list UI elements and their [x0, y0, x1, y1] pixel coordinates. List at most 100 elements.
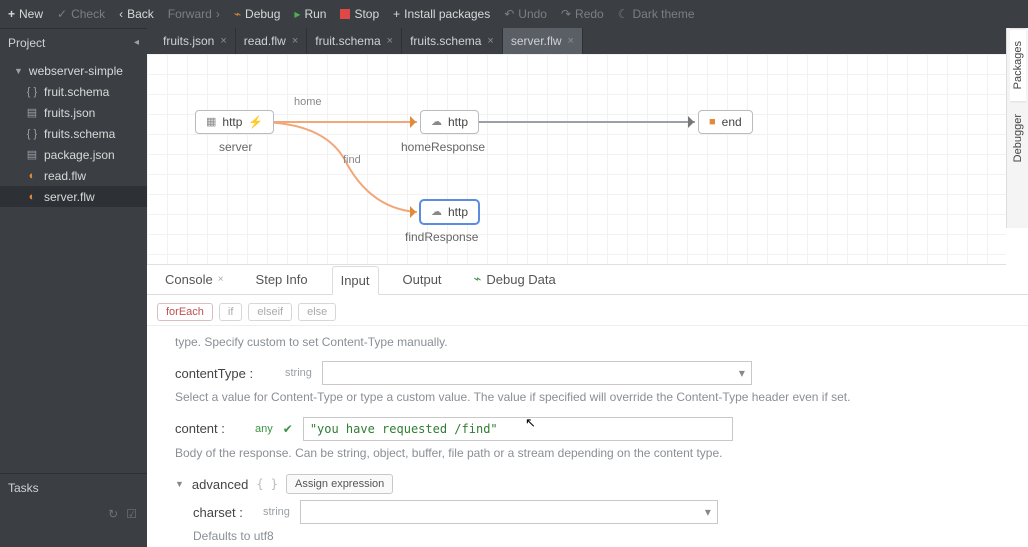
chevron-left-icon: ‹: [119, 7, 123, 21]
row-advanced[interactable]: ▼ advanced { } Assign expression: [175, 474, 1014, 494]
file-tree: ▼ webserver-simple { }fruit.schema ▤frui…: [0, 56, 147, 211]
chevron-down-icon: ▼: [14, 66, 23, 76]
cloud-icon: ☁: [431, 115, 442, 128]
flow-icon: ◐: [26, 191, 38, 203]
grid-icon: ▦: [206, 115, 216, 128]
content-type-label: contentType :: [175, 366, 275, 381]
rail-debugger[interactable]: Debugger: [1010, 101, 1026, 174]
charset-help: Defaults to utf8: [193, 528, 953, 545]
node-end[interactable]: ■ end: [698, 110, 753, 134]
node-find-response[interactable]: ☁ http: [420, 200, 479, 224]
chevron-down-icon: ▾: [739, 366, 745, 380]
chip-elseif[interactable]: elseif: [248, 303, 292, 321]
advanced-label: advanced: [192, 477, 248, 492]
close-icon[interactable]: ×: [387, 35, 393, 47]
tab-fruits-schema[interactable]: fruits.schema×: [402, 28, 503, 54]
check-icon: ✓: [57, 7, 67, 21]
content-help: Body of the response. Can be string, obj…: [175, 445, 935, 462]
refresh-icon[interactable]: ↻: [108, 507, 118, 521]
check-button[interactable]: ✓Check: [57, 7, 105, 21]
tab-read-flw[interactable]: read.flw×: [236, 28, 307, 54]
tree-item-fruit-schema[interactable]: { }fruit.schema: [0, 81, 147, 102]
undo-button[interactable]: ↶Undo: [504, 7, 547, 21]
redo-icon: ↷: [561, 7, 571, 21]
editor-tabs: fruits.json× read.flw× fruit.schema× fru…: [147, 28, 1028, 54]
install-packages-button[interactable]: +Install packages: [393, 7, 490, 21]
right-rail: Packages Debugger: [1006, 28, 1028, 228]
chevron-right-icon: ›: [216, 7, 220, 21]
new-button[interactable]: +New: [8, 7, 43, 21]
flow-canvas[interactable]: ▦ http ⚡ server ☁ http homeResponse ☁ ht…: [147, 54, 1006, 265]
tree-item-fruits-schema[interactable]: { }fruits.schema: [0, 123, 147, 144]
edge-find-label: find: [343, 154, 361, 166]
close-icon[interactable]: ×: [487, 35, 493, 47]
triangle-down-icon: ▼: [175, 479, 184, 489]
input-form: type. Specify custom to set Content-Type…: [147, 326, 1028, 547]
node-server-label: server: [219, 140, 252, 154]
rail-packages[interactable]: Packages: [1010, 28, 1026, 101]
row-charset: charset : string ▾: [193, 500, 1014, 524]
tab-fruits-json[interactable]: fruits.json×: [155, 28, 236, 54]
tree-root[interactable]: ▼ webserver-simple: [0, 60, 147, 81]
tab-debug-data[interactable]: ⌁Debug Data: [466, 265, 564, 293]
node-server[interactable]: ▦ http ⚡: [195, 110, 274, 134]
json-icon: ▤: [26, 148, 38, 161]
tree-root-label: webserver-simple: [29, 64, 123, 78]
collapse-icon[interactable]: ◂: [134, 37, 139, 48]
tasks-panel-header[interactable]: Tasks: [0, 473, 147, 501]
content-type-select[interactable]: ▾: [322, 361, 752, 385]
project-panel-header[interactable]: Project ◂: [0, 28, 147, 56]
tree-item-fruits-json[interactable]: ▤fruits.json: [0, 102, 147, 123]
chip-if[interactable]: if: [219, 303, 243, 321]
tab-step-info[interactable]: Step Info: [248, 266, 316, 293]
content-input[interactable]: "you have requested /find": [303, 417, 733, 441]
workarea: fruits.json× read.flw× fruit.schema× fru…: [147, 28, 1028, 547]
tree-item-read-flw[interactable]: ◐read.flw: [0, 165, 147, 186]
close-icon[interactable]: ×: [218, 274, 224, 285]
back-button[interactable]: ‹Back: [119, 7, 154, 21]
tree-item-package-json[interactable]: ▤package.json: [0, 144, 147, 165]
json-icon: ▤: [26, 106, 38, 119]
tree-item-server-flw[interactable]: ◐server.flw: [0, 186, 147, 207]
bolt-icon: ⚡: [248, 115, 263, 129]
edge-home-label: home: [294, 96, 322, 108]
bug-icon: ⌁: [474, 271, 482, 287]
close-icon[interactable]: ×: [292, 35, 298, 47]
debug-button[interactable]: ⌁Debug: [234, 7, 281, 21]
plus-icon: +: [8, 7, 15, 21]
node-home-response[interactable]: ☁ http: [420, 110, 479, 134]
chip-foreach[interactable]: forEach: [157, 303, 213, 321]
check-all-icon[interactable]: ☑: [126, 507, 137, 521]
content-label: content :: [175, 421, 245, 436]
chip-else[interactable]: else: [298, 303, 336, 321]
content-type-badge: any: [255, 423, 273, 435]
top-toolbar: +New ✓Check ‹Back Forward› ⌁Debug ▸Run S…: [0, 0, 1028, 28]
stop-square-icon: ■: [709, 116, 716, 128]
close-icon[interactable]: ×: [568, 35, 574, 47]
schema-icon: { }: [26, 86, 38, 98]
forward-button[interactable]: Forward›: [168, 7, 220, 21]
charset-label: charset :: [193, 505, 253, 520]
charset-select[interactable]: ▾: [300, 500, 718, 524]
run-button[interactable]: ▸Run: [294, 7, 326, 21]
download-icon: +: [393, 7, 400, 21]
undo-icon: ↶: [504, 7, 514, 21]
dark-theme-button[interactable]: ☾Dark theme: [618, 7, 695, 21]
node-home-response-label: homeResponse: [401, 140, 485, 154]
chevron-down-icon: ▾: [705, 505, 711, 519]
close-icon[interactable]: ×: [220, 35, 226, 47]
lower-tabs: Console× Step Info Input Output ⌁Debug D…: [147, 265, 1028, 295]
tab-server-flw[interactable]: server.flw×: [503, 28, 583, 54]
tab-output[interactable]: Output: [395, 266, 450, 293]
tab-console[interactable]: Console×: [157, 266, 232, 293]
row-content: content : any ✔ "you have requested /fin…: [175, 417, 1014, 441]
stop-button[interactable]: Stop: [340, 7, 379, 21]
tasks-panel-title: Tasks: [8, 481, 39, 495]
schema-icon: { }: [26, 128, 38, 140]
tab-fruit-schema[interactable]: fruit.schema×: [307, 28, 402, 54]
redo-button[interactable]: ↷Redo: [561, 7, 604, 21]
tab-input[interactable]: Input: [332, 266, 379, 295]
project-panel-title: Project: [8, 36, 45, 50]
moon-icon: ☾: [618, 7, 629, 21]
assign-expression-button[interactable]: Assign expression: [286, 474, 393, 494]
